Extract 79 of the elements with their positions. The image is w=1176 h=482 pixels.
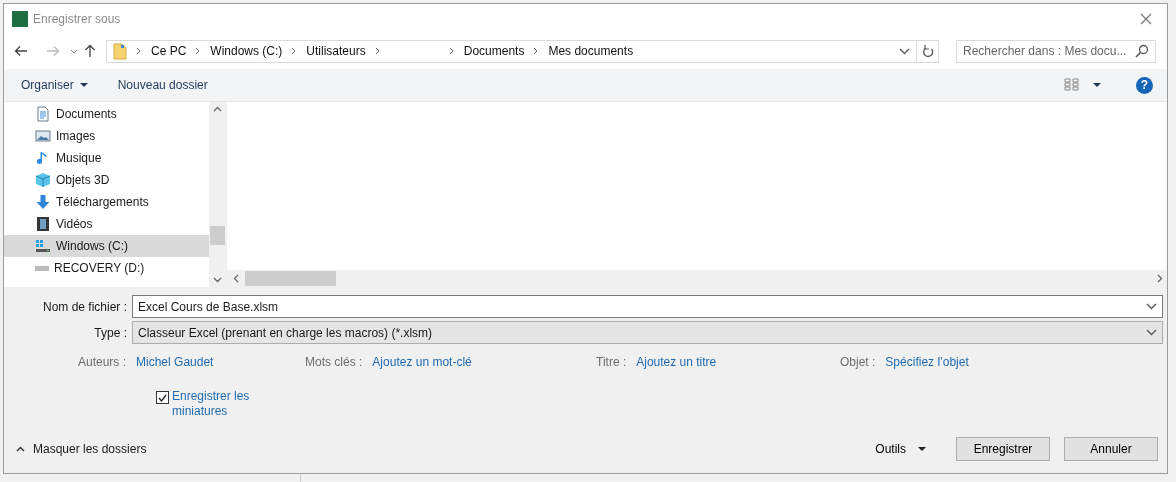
- hide-folders-button[interactable]: Masquer les dossiers: [16, 442, 147, 456]
- new-folder-button[interactable]: Nouveau dossier: [108, 74, 217, 96]
- metadata-link[interactable]: Spécifiez l’objet: [885, 355, 969, 369]
- film-icon: [35, 216, 51, 232]
- breadcrumb[interactable]: Windows (C:): [210, 44, 283, 58]
- caret-down-icon: [79, 83, 88, 87]
- chevron-right-icon: [448, 47, 455, 55]
- breadcrumb[interactable]: Utilisateurs: [306, 44, 366, 58]
- chevron-right-icon: [291, 47, 298, 55]
- thumbnails-checkbox[interactable]: [156, 391, 169, 404]
- type-label: Type :: [93, 325, 128, 340]
- metadata-label: Titre :: [596, 355, 627, 369]
- view-grid-icon: [1064, 78, 1079, 92]
- thumbnails-label[interactable]: Enregistrer les miniatures: [172, 389, 262, 419]
- excel-app-icon: [12, 11, 28, 27]
- metadata-link[interactable]: Michel Gaudet: [136, 355, 214, 369]
- file-name-field[interactable]: Excel Cours de Base.xlsm: [132, 295, 1163, 318]
- document-icon: [35, 106, 51, 122]
- download-arrow-icon: [35, 194, 51, 210]
- metadata-link[interactable]: Ajoutez un mot-clé: [372, 355, 472, 369]
- window-title: Enregistrer sous: [33, 12, 122, 26]
- drive-icon: [35, 238, 51, 254]
- close-button[interactable]: [1139, 12, 1153, 26]
- search-icon: [1135, 43, 1149, 58]
- breadcrumb[interactable]: Documents: [463, 44, 525, 58]
- forward-arrow-icon: [46, 45, 60, 57]
- breadcrumb[interactable]: Mes documents: [548, 44, 634, 58]
- file-type-dropdown[interactable]: Classeur Excel (prenant en charge les macros) (*.xlsm): [132, 321, 1163, 344]
- save-button[interactable]: Enregistrer: [956, 437, 1050, 461]
- sidebar-item[interactable]: Téléchargements: [4, 191, 209, 213]
- caret-down-icon: [918, 447, 926, 451]
- folder-icon: [113, 42, 127, 60]
- back-button[interactable]: [14, 45, 28, 57]
- scrollbar-thumb[interactable]: [210, 226, 225, 245]
- metadata-label: Mots clés :: [305, 355, 363, 369]
- cancel-button[interactable]: Annuler: [1064, 437, 1158, 461]
- picture-icon: [35, 128, 51, 144]
- refresh-icon: [921, 44, 934, 58]
- sidebar-item[interactable]: Vidéos: [4, 213, 209, 235]
- checkmark-icon: [158, 393, 167, 402]
- sidebar-item[interactable]: Images: [4, 125, 209, 147]
- metadata-label: Objet :: [840, 355, 876, 369]
- drive-icon: [35, 265, 49, 271]
- sidebar-item[interactable]: Windows (C:): [4, 235, 209, 257]
- tools-menu-button[interactable]: Outils: [871, 438, 930, 460]
- chevron-up-icon: [213, 106, 222, 112]
- metadata-label: Auteurs :: [78, 355, 127, 369]
- organize-menu-button[interactable]: Organiser: [12, 74, 97, 96]
- help-button[interactable]: ?: [1136, 76, 1153, 94]
- chevron-left-icon: [233, 274, 239, 283]
- sidebar-item[interactable]: RECOVERY (D:): [4, 257, 209, 279]
- metadata-link[interactable]: Ajoutez un titre: [636, 355, 717, 369]
- chevron-right-icon: [195, 47, 202, 55]
- up-arrow-icon: [84, 44, 96, 58]
- chevron-down-icon: [1146, 303, 1157, 310]
- search-field[interactable]: Rechercher dans : Mes docu...: [956, 39, 1156, 63]
- close-icon: [1139, 12, 1153, 26]
- chevron-right-icon: [374, 47, 381, 55]
- recent-locations-button[interactable]: [70, 48, 78, 54]
- breadcrumb[interactable]: Ce PC: [151, 44, 187, 58]
- chevron-down-icon: [70, 48, 78, 54]
- chevron-right-icon: [1157, 274, 1163, 283]
- chevron-up-icon: [16, 446, 25, 452]
- vertical-scrollbar[interactable]: [209, 102, 226, 287]
- chevron-down-icon: [899, 47, 910, 55]
- sidebar-item[interactable]: Objets 3D: [4, 169, 209, 191]
- sidebar-item[interactable]: Musique: [4, 147, 209, 169]
- back-arrow-icon: [14, 45, 28, 57]
- chevron-right-icon: [136, 47, 142, 55]
- chevron-right-icon: [533, 47, 540, 55]
- sidebar-item[interactable]: Documents: [4, 103, 209, 125]
- chevron-down-icon: [213, 277, 222, 283]
- file-name-label: Nom de fichier :: [41, 299, 128, 314]
- chevron-down-icon: [1146, 329, 1157, 336]
- cube-icon: [35, 172, 51, 188]
- scrollbar-thumb[interactable]: [245, 271, 336, 286]
- caret-down-icon: [1093, 83, 1101, 87]
- up-button[interactable]: [84, 44, 96, 58]
- address-bar[interactable]: Ce PC Windows (C:) Utilisateurs Documents Mes documents: [106, 39, 939, 63]
